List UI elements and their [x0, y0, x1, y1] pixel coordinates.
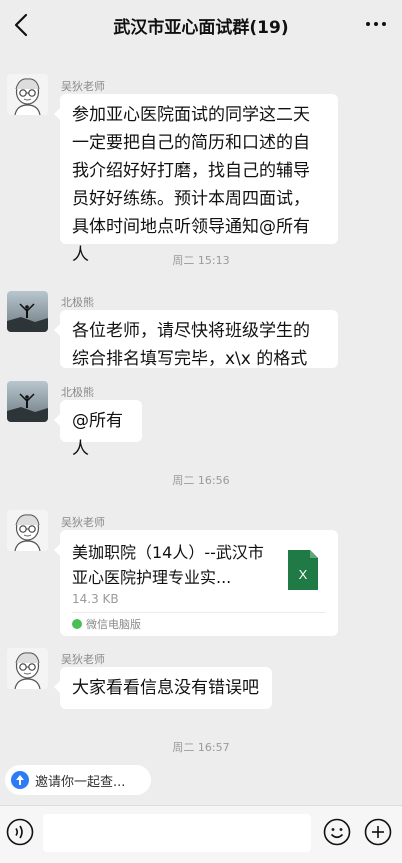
sender-name: 北极熊	[61, 386, 94, 399]
back-arrow-icon[interactable]	[10, 12, 34, 38]
avatar[interactable]	[7, 74, 48, 115]
invite-label: 邀请你一起查...	[35, 774, 126, 790]
timestamp: 周二 16:57	[172, 741, 230, 754]
message-bubble[interactable]: 参加亚心医院面试的同学这二天一定要把自己的简历和口述的自我介绍好好打磨，找自己的…	[54, 94, 338, 265]
chat-header: 武汉市亚心面试群(19)	[0, 0, 402, 50]
invite-icon	[11, 771, 29, 789]
message-bubble[interactable]: @所有人	[54, 400, 142, 459]
divider	[72, 612, 326, 613]
file-message-card[interactable]: 美珈职院（14人）--武汉市亚心医院护理专业实... 14.3 KB X 微信电…	[54, 530, 338, 636]
timestamp: 周二 16:56	[172, 474, 230, 487]
sender-name: 吴狄老师	[61, 80, 105, 93]
sender-name: 吴狄老师	[61, 516, 105, 529]
invite-pill[interactable]: 邀请你一起查...	[5, 765, 151, 795]
file-source-label: 微信电脑版	[86, 618, 141, 631]
plus-icon[interactable]	[364, 818, 392, 846]
message-bubble[interactable]: 大家看看信息没有错误吧	[54, 667, 272, 709]
avatar[interactable]	[7, 381, 48, 422]
avatar[interactable]	[7, 510, 48, 551]
avatar[interactable]	[7, 648, 48, 689]
excel-file-icon: X	[288, 550, 318, 590]
wechat-pc-icon	[72, 619, 82, 629]
avatar[interactable]	[7, 291, 48, 332]
file-size: 14.3 KB	[72, 592, 119, 606]
sender-name: 北极熊	[61, 296, 94, 309]
voice-icon[interactable]	[6, 818, 34, 846]
file-name: 美珈职院（14人）--武汉市亚心医院护理专业实...	[72, 543, 264, 587]
message-bubble[interactable]: 各位老师，请尽快将班级学生的综合排名填写完毕，x\x 的格式	[54, 310, 338, 369]
input-bar	[0, 805, 402, 863]
emoji-icon[interactable]	[323, 818, 351, 846]
chat-title: 武汉市亚心面试群(19)	[113, 17, 289, 38]
file-source: 微信电脑版	[72, 616, 141, 632]
timestamp: 周二 15:13	[172, 254, 230, 267]
more-options-icon[interactable]	[364, 20, 388, 28]
svg-text:X: X	[299, 567, 308, 582]
sender-name: 吴狄老师	[61, 653, 105, 666]
message-input[interactable]	[43, 814, 311, 852]
